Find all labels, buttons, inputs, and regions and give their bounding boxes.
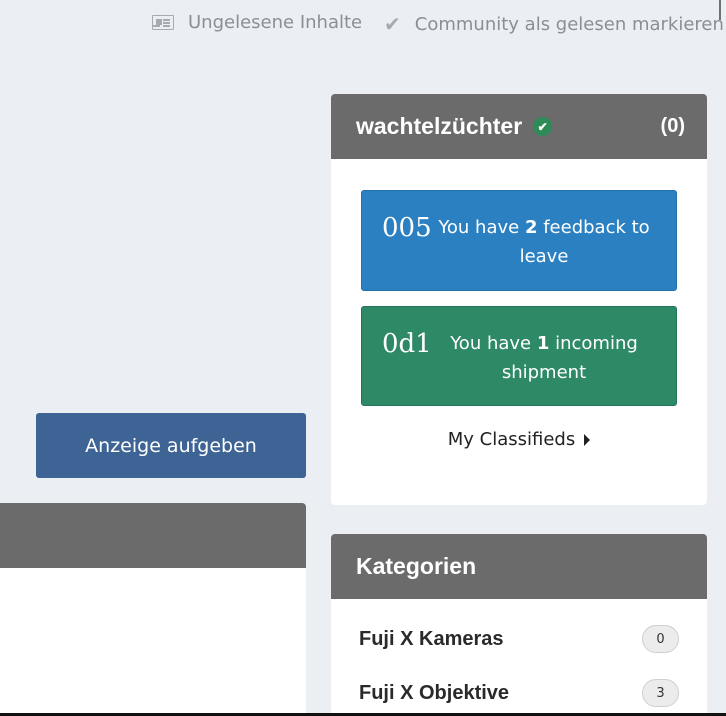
- mark-read-label: Community als gelesen markieren: [414, 13, 724, 35]
- newspaper-icon: [152, 15, 174, 30]
- username[interactable]: wachtelzüchter: [356, 113, 522, 140]
- mark-community-read-link[interactable]: ✔ Community als gelesen markieren: [384, 12, 724, 36]
- my-classifieds-link[interactable]: My Classifieds: [331, 429, 707, 450]
- categories-header: Kategorien: [331, 534, 707, 599]
- unread-content-link[interactable]: Ungelesene Inhalte: [152, 12, 362, 33]
- user-widget: wachtelzüchter ✔ (0) 005 You have 2 feed…: [331, 94, 707, 505]
- verified-check-icon: ✔: [533, 117, 553, 136]
- category-count-badge: 3: [642, 679, 679, 707]
- category-name[interactable]: Fuji X Objektive: [359, 682, 509, 705]
- user-widget-header: wachtelzüchter ✔ (0): [331, 94, 707, 159]
- my-classifieds-label: My Classifieds: [447, 429, 576, 450]
- category-item[interactable]: Fuji X Kameras 0: [359, 625, 679, 653]
- shipment-count: 1: [536, 333, 550, 354]
- scrollbar[interactable]: [719, 0, 721, 20]
- category-count-badge: 0: [642, 625, 679, 653]
- shipment-notice[interactable]: 0d1 You have 1 incoming shipment: [361, 306, 677, 406]
- unread-content-label: Ungelesene Inhalte: [188, 12, 363, 33]
- feedback-count: 2: [524, 217, 538, 238]
- feedback-text: You have 2 feedback to leave: [438, 217, 650, 267]
- caret-right-icon: [584, 434, 591, 446]
- check-icon: ✔: [384, 12, 401, 36]
- categories-widget: Kategorien Fuji X Kameras 0 Fuji X Objek…: [331, 534, 707, 716]
- category-name[interactable]: Fuji X Kameras: [359, 628, 504, 651]
- categories-title: Kategorien: [356, 553, 477, 579]
- post-ad-button[interactable]: Anzeige aufgeben: [36, 413, 306, 478]
- content-panel-header: [0, 503, 306, 568]
- content-panel: [0, 503, 306, 716]
- user-count: (0): [660, 115, 685, 137]
- feedback-code: 005: [382, 213, 432, 243]
- shipment-code: 0d1: [382, 329, 432, 359]
- shipment-text: You have 1 incoming shipment: [450, 333, 638, 383]
- category-item[interactable]: Fuji X Objektive 3: [359, 679, 679, 707]
- feedback-notice[interactable]: 005 You have 2 feedback to leave: [361, 190, 677, 291]
